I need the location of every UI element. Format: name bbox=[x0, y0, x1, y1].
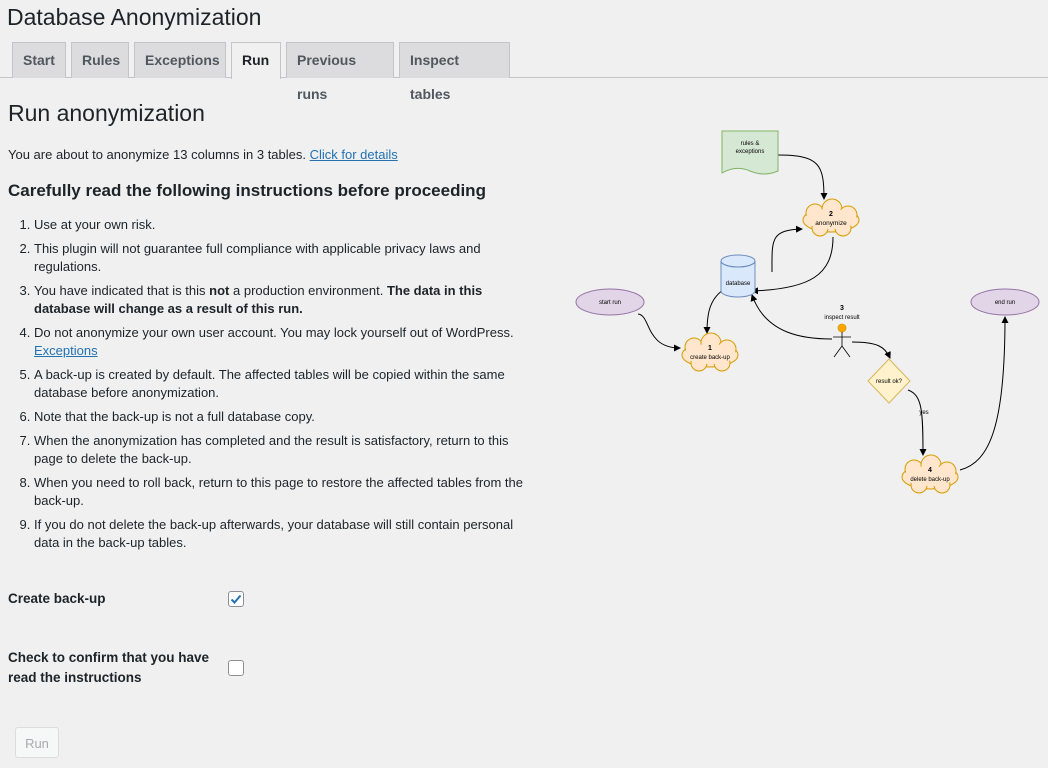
tab-bar: Start Rules Exceptions Run Previous runs… bbox=[0, 42, 1048, 102]
page-title: Database Anonymization bbox=[7, 4, 262, 30]
database-node bbox=[720, 254, 756, 298]
end-run-label: end run bbox=[995, 300, 1015, 306]
exceptions-link[interactable]: Exceptions bbox=[34, 343, 98, 358]
confirm-checkbox[interactable] bbox=[228, 660, 244, 676]
flow-edge bbox=[851, 341, 891, 359]
instruction-item: Note that the back-up is not a full data… bbox=[34, 408, 528, 426]
step-anonymize-number: 2 bbox=[829, 211, 833, 218]
confirm-label: Check to confirm that you have read the … bbox=[8, 650, 210, 685]
instruction-text: Note that the back-up is not a full data… bbox=[34, 409, 315, 424]
database-label: database bbox=[726, 281, 751, 287]
instruction-item: Use at your own risk. bbox=[34, 216, 528, 234]
step-inspect-number: 3 bbox=[840, 305, 844, 312]
instruction-item: If you do not delete the back-up afterwa… bbox=[34, 516, 528, 552]
instruction-emphasis: not bbox=[209, 283, 230, 298]
flow-edge bbox=[777, 154, 828, 200]
flowchart-diagram: yes rules & exceptions 2 anonymize datab… bbox=[575, 130, 1040, 494]
flow-edge bbox=[959, 316, 1009, 471]
run-summary: You are about to anonymize 13 columns in… bbox=[8, 146, 398, 164]
flow-edge bbox=[907, 389, 927, 456]
step-delete-backup-label: delete back-up bbox=[910, 477, 950, 483]
step-delete-backup-number: 4 bbox=[928, 467, 932, 474]
summary-text: You are about to anonymize 13 columns in… bbox=[8, 147, 306, 162]
instruction-text: Use at your own risk. bbox=[34, 217, 156, 232]
step-inspect-label: inspect result bbox=[824, 315, 860, 321]
instruction-item: When you need to roll back, return to th… bbox=[34, 474, 528, 510]
tab-run[interactable]: Run bbox=[231, 42, 281, 79]
instruction-text: When the anonymization has completed and… bbox=[34, 433, 509, 466]
instruction-text: A back-up is created by default. The aff… bbox=[34, 367, 505, 400]
step-create-backup-node bbox=[681, 332, 739, 372]
flow-edge bbox=[751, 236, 834, 295]
instruction-text: If you do not delete the back-up afterwa… bbox=[34, 517, 514, 550]
tab-inspect-tables[interactable]: Inspect tables bbox=[399, 42, 510, 102]
details-link[interactable]: Click for details bbox=[310, 147, 398, 162]
instructions-list: Use at your own risk. This plugin will n… bbox=[8, 216, 528, 558]
instruction-text: Do not anonymize your own user account. … bbox=[34, 325, 514, 340]
instruction-item: This plugin will not guarantee full comp… bbox=[34, 240, 528, 276]
result-ok-label: result ok? bbox=[876, 379, 903, 385]
flow-edge bbox=[771, 225, 803, 273]
instruction-item: Do not anonymize your own user account. … bbox=[34, 324, 528, 360]
flow-edge bbox=[637, 313, 681, 352]
step-create-backup-label: create back-up bbox=[690, 355, 730, 361]
actor-icon bbox=[833, 323, 851, 358]
tab-exceptions[interactable]: Exceptions bbox=[134, 42, 226, 78]
start-run-label: start run bbox=[599, 300, 621, 306]
step-delete-backup-node bbox=[901, 454, 959, 494]
rules-exceptions-label: exceptions bbox=[736, 149, 765, 155]
instruction-text: This plugin will not guarantee full comp… bbox=[34, 241, 481, 274]
run-button[interactable]: Run bbox=[15, 727, 59, 758]
instruction-text: You have indicated that is this bbox=[34, 283, 206, 298]
instructions-heading: Carefully read the following instruction… bbox=[8, 181, 486, 200]
yes-label: yes bbox=[919, 410, 928, 416]
step-anonymize-label: anonymize bbox=[815, 220, 847, 227]
instruction-item: A back-up is created by default. The aff… bbox=[34, 366, 528, 402]
checkmark-icon bbox=[230, 594, 242, 604]
rules-exceptions-label: rules & bbox=[741, 141, 760, 147]
instruction-text: When you need to roll back, return to th… bbox=[34, 475, 523, 508]
backup-label: Create back-up bbox=[8, 591, 106, 606]
step-create-backup-number: 1 bbox=[708, 345, 712, 352]
flow-edge bbox=[750, 294, 833, 340]
tab-rules[interactable]: Rules bbox=[71, 42, 129, 78]
flow-edge bbox=[703, 289, 724, 334]
instruction-item: You have indicated that is this not a pr… bbox=[34, 282, 528, 318]
backup-checkbox[interactable] bbox=[228, 591, 244, 607]
instruction-item: When the anonymization has completed and… bbox=[34, 432, 528, 468]
section-title: Run anonymization bbox=[8, 100, 205, 126]
tab-previous-runs[interactable]: Previous runs bbox=[286, 42, 394, 102]
tab-start[interactable]: Start bbox=[12, 42, 66, 78]
instruction-text: a production environment. bbox=[233, 283, 384, 298]
